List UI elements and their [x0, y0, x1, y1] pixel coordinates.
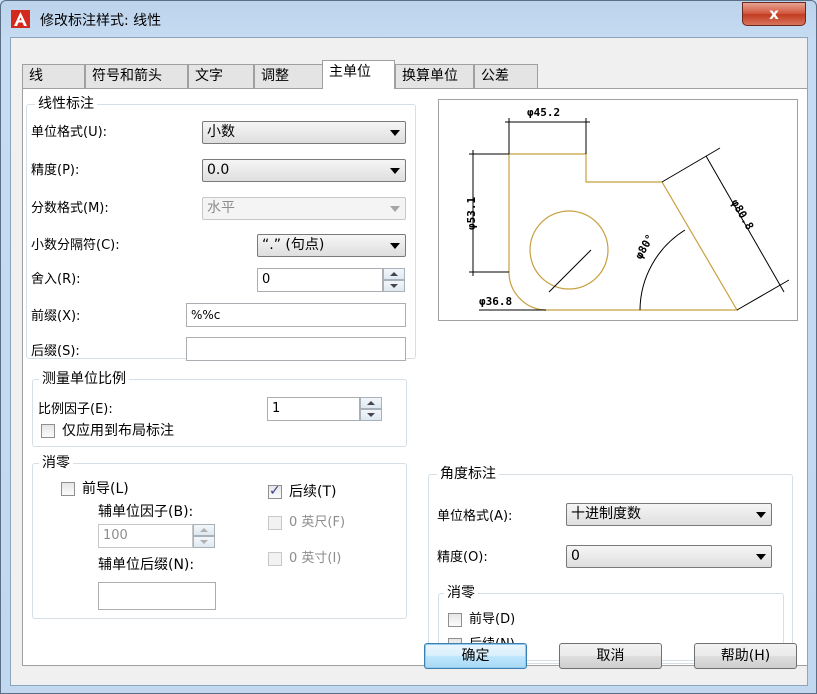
decimal-separator-select[interactable]: “.” (句点) [257, 234, 406, 257]
prefix-input[interactable]: %%c [186, 303, 406, 327]
angular-unit-format-select[interactable]: 十进制度数 [566, 503, 772, 526]
preview-drawing: φ45.2 φ53.1 φ80.8 φ80° φ36.8 [465, 106, 790, 311]
cancel-button[interactable]: 取消 [559, 643, 662, 669]
suffix-input[interactable] [186, 337, 406, 361]
fraction-format-select[interactable]: 水平 [202, 197, 406, 220]
angular-dimensions-legend: 角度标注 [437, 466, 499, 482]
sub-unit-factor-label: 辅单位因子(B): [98, 504, 194, 520]
dialog-client: 线 符号和箭头 文字 调整 主单位 换算单位 公差 线性标注 单位格式(U): … [10, 37, 808, 686]
angular-zero-suppression-legend: 消零 [444, 585, 478, 601]
zero-suppression-legend: 消零 [39, 455, 73, 471]
leading-zero-checkbox[interactable] [61, 482, 75, 496]
tab-fit[interactable]: 调整 [254, 64, 323, 88]
check-icon: ✓ [269, 483, 281, 499]
scale-factor-label: 比例因子(E): [38, 402, 113, 417]
tab-symbols-arrows[interactable]: 符号和箭头 [85, 64, 188, 88]
ok-button[interactable]: 确定 [424, 643, 527, 669]
title-bar[interactable]: 修改标注样式: 线性 x [1, 1, 816, 37]
window-title: 修改标注样式: 线性 [40, 13, 162, 29]
angular-precision-value: 0 [571, 548, 580, 564]
chevron-down-icon [756, 512, 766, 518]
preview-dim-left: φ53.1 [465, 197, 478, 230]
preview-dim-top: φ45.2 [527, 106, 560, 119]
prefix-label: 前缀(X): [31, 309, 81, 324]
chevron-down-icon [390, 243, 400, 249]
zero-feet-checkbox[interactable] [268, 516, 282, 530]
dimension-preview: φ45.2 φ53.1 φ80.8 φ80° φ36.8 [438, 99, 798, 321]
angular-unit-format-label: 单位格式(A): [437, 509, 513, 524]
dialog-window: 修改标注样式: 线性 x 线 符号和箭头 文字 调整 主单位 换算单位 公差 线… [0, 0, 817, 694]
tab-primary-units[interactable]: 主单位 [322, 60, 395, 89]
linear-dimensions-legend: 线性标注 [35, 96, 97, 112]
chevron-down-icon [390, 168, 400, 174]
tab-text[interactable]: 文字 [188, 64, 254, 88]
chevron-down-icon [390, 206, 400, 212]
spin-up-icon[interactable] [360, 397, 382, 409]
scale-factor-spinner[interactable] [360, 397, 382, 421]
primary-units-panel: 线性标注 单位格式(U): 小数 精度(P): 0.0 分数格式(M): 水平 … [22, 88, 808, 666]
angular-unit-format-value: 十进制度数 [571, 506, 641, 522]
trailing-zero-checkbox[interactable]: ✓ [268, 483, 282, 499]
precision-label: 精度(P): [31, 163, 80, 178]
zero-inches-checkbox[interactable] [268, 552, 282, 566]
close-button[interactable]: x [742, 2, 806, 26]
help-button[interactable]: 帮助(H) [694, 643, 797, 669]
spin-up-icon[interactable] [193, 524, 215, 536]
sub-unit-suffix-label: 辅单位后缀(N): [98, 557, 195, 573]
leading-zero-label: 前导(L) [82, 481, 129, 497]
tab-tolerances[interactable]: 公差 [474, 64, 538, 88]
decimal-separator-label: 小数分隔符(C): [31, 238, 120, 253]
preview-dim-right: φ80.8 [728, 197, 756, 232]
fraction-format-value: 水平 [207, 200, 235, 216]
tab-lines[interactable]: 线 [22, 64, 85, 88]
zero-inches-label: 0 英寸(I) [289, 551, 342, 566]
angular-precision-select[interactable]: 0 [566, 545, 772, 568]
spin-down-icon[interactable] [193, 536, 215, 548]
angular-precision-label: 精度(O): [437, 550, 488, 565]
fraction-format-label: 分数格式(M): [31, 201, 109, 216]
tab-alternate-units[interactable]: 换算单位 [395, 64, 474, 88]
spin-down-icon[interactable] [383, 280, 405, 292]
round-off-input[interactable]: 0 [257, 268, 383, 292]
sub-unit-factor-input[interactable]: 100 [98, 524, 193, 548]
unit-format-value: 小数 [207, 124, 235, 140]
chevron-down-icon [390, 130, 400, 136]
suffix-label: 后缀(S): [31, 344, 80, 359]
precision-value: 0.0 [207, 162, 230, 178]
sub-unit-suffix-input[interactable] [98, 582, 216, 610]
round-off-label: 舍入(R): [31, 272, 81, 287]
zero-feet-label: 0 英尺(F) [289, 515, 346, 530]
layout-only-checkbox[interactable] [41, 424, 55, 438]
layout-only-label: 仅应用到布局标注 [62, 423, 174, 439]
preview-dim-angle: φ80° [632, 232, 657, 261]
spin-down-icon[interactable] [360, 409, 382, 421]
angular-leading-zero-label: 前导(D) [469, 612, 516, 627]
sub-unit-factor-spinner[interactable] [193, 524, 215, 548]
round-off-spinner[interactable] [383, 268, 405, 292]
unit-format-label: 单位格式(U): [31, 125, 108, 140]
trailing-zero-label: 后续(T) [289, 484, 337, 500]
preview-dim-circle: φ36.8 [479, 295, 512, 308]
unit-format-select[interactable]: 小数 [202, 121, 406, 144]
spin-up-icon[interactable] [383, 268, 405, 280]
decimal-separator-value: “.” (句点) [262, 237, 325, 253]
measurement-scale-legend: 测量单位比例 [39, 371, 129, 387]
autocad-logo-icon [11, 10, 30, 28]
angular-leading-zero-checkbox[interactable] [448, 613, 462, 627]
scale-factor-input[interactable]: 1 [267, 397, 360, 421]
precision-select[interactable]: 0.0 [202, 159, 406, 182]
chevron-down-icon [756, 554, 766, 560]
